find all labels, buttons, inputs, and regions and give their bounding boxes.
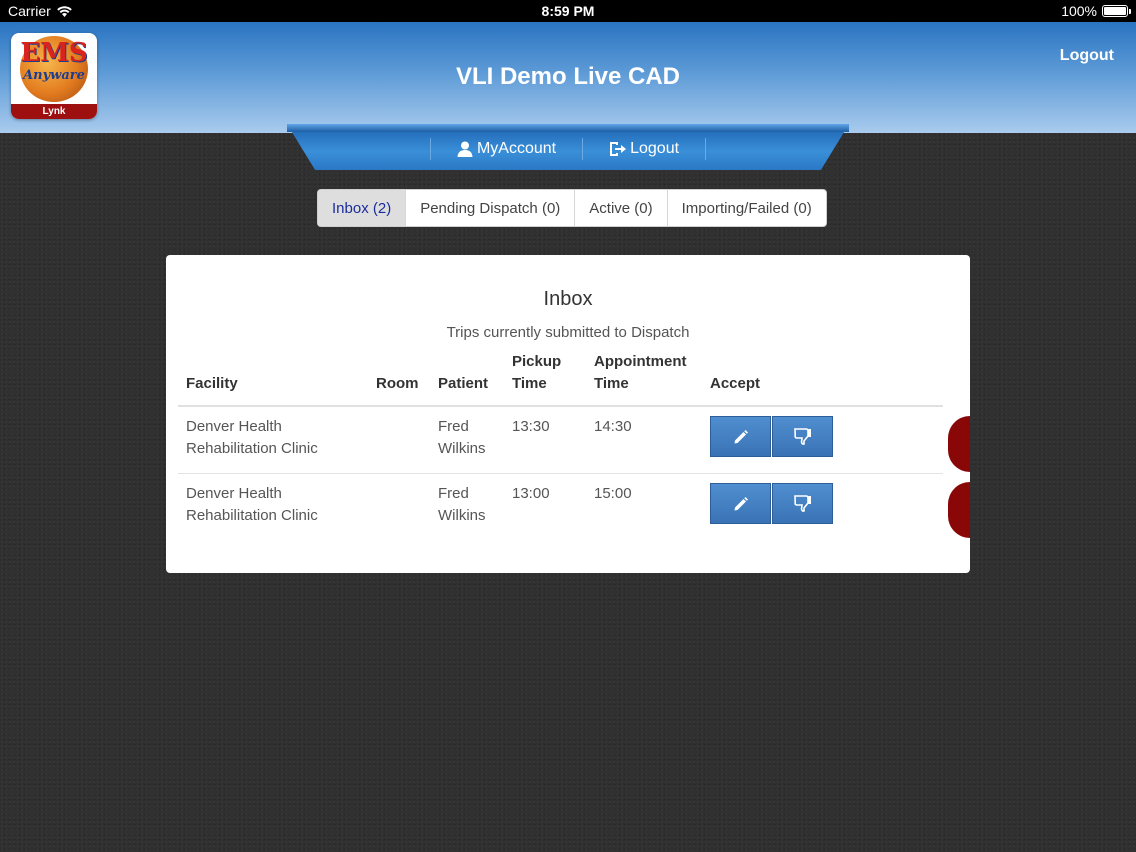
ribbon-nav: MyAccount Logout <box>287 124 849 172</box>
tab-active[interactable]: Active (0) <box>575 190 668 226</box>
table-row[interactable]: Denver Health Rehabilitation Clinic Fred… <box>178 407 943 474</box>
reject-button[interactable] <box>772 483 833 524</box>
row-action-handle[interactable] <box>948 416 970 472</box>
tab-pending-dispatch[interactable]: Pending Dispatch (0) <box>406 190 576 226</box>
facility-cell: Denver Health Rehabilitation Clinic <box>186 418 318 457</box>
panel-title: Inbox <box>543 288 593 310</box>
battery-indicator: 100% <box>1061 3 1131 19</box>
row-action-handle[interactable] <box>948 482 970 538</box>
logout-label: Logout <box>630 140 680 157</box>
my-account-link[interactable]: MyAccount <box>431 140 582 158</box>
logout-icon <box>610 142 627 156</box>
inbox-panel: Inbox Trips currently submitted to Dispa… <box>166 255 970 573</box>
edit-button[interactable] <box>710 416 771 457</box>
appointment-time-cell: 15:00 <box>594 485 632 502</box>
tab-inbox[interactable]: Inbox (2) <box>318 190 407 226</box>
thumbs-down-icon <box>793 495 811 512</box>
battery-percent: 100% <box>1061 3 1097 19</box>
page-title: VLI Demo Live CAD <box>455 63 681 90</box>
panel-subtitle: Trips currently submitted to Dispatch <box>446 324 690 341</box>
logo-badge: Lynk <box>11 104 97 119</box>
table-row[interactable]: Denver Health Rehabilitation Clinic Fred… <box>178 474 943 541</box>
reject-button[interactable] <box>772 416 833 457</box>
clock: 8:59 PM <box>541 3 595 19</box>
tab-importing-failed[interactable]: Importing/Failed (0) <box>668 190 826 226</box>
column-header-pickup-time: Pickup Time <box>512 353 562 392</box>
pickup-time-cell: 13:00 <box>512 485 550 502</box>
thumbs-down-icon <box>793 428 811 445</box>
nav-divider <box>705 138 707 160</box>
column-header-accept: Accept <box>710 375 761 392</box>
patient-cell: Fred Wilkins <box>438 418 486 457</box>
table-header: Facility Room Patient Pickup Time Appoin… <box>178 351 943 407</box>
patient-cell: Fred Wilkins <box>438 485 486 524</box>
pencil-icon <box>734 429 748 443</box>
nav-logout-link[interactable]: Logout <box>583 140 705 158</box>
status-bar: Carrier 8:59 PM 100% <box>0 0 1136 22</box>
pencil-icon <box>734 496 748 510</box>
user-icon <box>457 141 473 157</box>
trip-tabs: Inbox (2) Pending Dispatch (0) Active (0… <box>317 189 827 227</box>
appointment-time-cell: 14:30 <box>594 418 632 435</box>
column-header-facility: Facility <box>186 375 238 392</box>
battery-icon <box>1102 5 1131 17</box>
app-header: EMS Anyware Lynk VLI Demo Live CAD Logou… <box>0 22 1136 133</box>
facility-cell: Denver Health Rehabilitation Clinic <box>186 485 318 524</box>
edit-button[interactable] <box>710 483 771 524</box>
column-header-room: Room <box>376 375 419 392</box>
column-header-appointment-time: Appointment Time <box>594 353 687 392</box>
my-account-label: MyAccount <box>476 140 557 157</box>
pickup-time-cell: 13:30 <box>512 418 550 435</box>
header-logout-link[interactable]: Logout <box>1060 47 1114 65</box>
column-header-patient: Patient <box>438 375 489 392</box>
